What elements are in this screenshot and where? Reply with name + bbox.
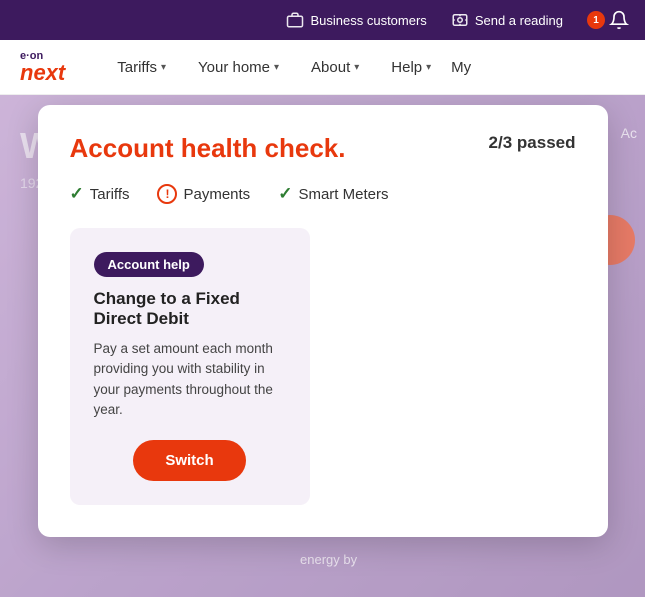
nav-help[interactable]: Help ▾ — [379, 51, 443, 84]
check-pass-icon: ✓ — [70, 184, 84, 204]
info-card-body: Pay a set amount each month providing yo… — [94, 339, 286, 420]
check-tariffs: ✓ Tariffs — [70, 184, 130, 204]
nav-about[interactable]: About ▾ — [299, 51, 371, 84]
check-pass-icon-2: ✓ — [278, 184, 292, 204]
business-customers-label: Business customers — [310, 13, 426, 28]
check-warn-icon: ! — [157, 184, 177, 204]
modal-overlay: Account health check. 2/3 passed ✓ Tarif… — [0, 95, 645, 597]
meter-icon — [451, 11, 469, 29]
business-customers-link[interactable]: Business customers — [286, 11, 426, 29]
check-items-row: ✓ Tariffs ! Payments ✓ Smart Meters — [70, 184, 576, 204]
chevron-down-icon: ▾ — [354, 62, 359, 73]
check-smart-meters: ✓ Smart Meters — [278, 184, 388, 204]
briefcase-icon — [286, 11, 304, 29]
modal-title: Account health check. — [70, 133, 346, 164]
account-help-badge: Account help — [94, 252, 204, 277]
info-card: Account help Change to a Fixed Direct De… — [70, 228, 310, 505]
chevron-down-icon: ▾ — [161, 62, 166, 73]
chevron-down-icon: ▾ — [274, 62, 279, 73]
send-reading-label: Send a reading — [475, 13, 563, 28]
logo[interactable]: e·on next — [20, 51, 65, 84]
chevron-down-icon: ▾ — [426, 62, 431, 73]
modal-header: Account health check. 2/3 passed — [70, 133, 576, 164]
send-reading-link[interactable]: Send a reading — [451, 11, 563, 29]
logo-next: next — [20, 62, 65, 84]
passed-badge: 2/3 passed — [489, 133, 576, 153]
info-card-title: Change to a Fixed Direct Debit — [94, 289, 286, 329]
nav-my[interactable]: My — [451, 59, 471, 76]
check-smart-meters-label: Smart Meters — [298, 186, 388, 203]
nav-items: Tariffs ▾ Your home ▾ About ▾ Help ▾ My — [105, 51, 625, 84]
check-tariffs-label: Tariffs — [90, 186, 130, 203]
modal-card: Account health check. 2/3 passed ✓ Tarif… — [38, 105, 608, 537]
bell-icon — [609, 10, 629, 30]
notification-area[interactable]: 1 — [587, 10, 629, 30]
background-content: Wo 192 G Ac energy by Account health che… — [0, 95, 645, 597]
top-nav: Business customers Send a reading 1 — [0, 0, 645, 40]
check-payments-label: Payments — [183, 186, 250, 203]
nav-tariffs[interactable]: Tariffs ▾ — [105, 51, 178, 84]
switch-button[interactable]: Switch — [133, 440, 245, 481]
notification-badge: 1 — [587, 11, 605, 29]
main-nav: e·on next Tariffs ▾ Your home ▾ About ▾ … — [0, 40, 645, 95]
nav-your-home[interactable]: Your home ▾ — [186, 51, 291, 84]
check-payments: ! Payments — [157, 184, 250, 204]
